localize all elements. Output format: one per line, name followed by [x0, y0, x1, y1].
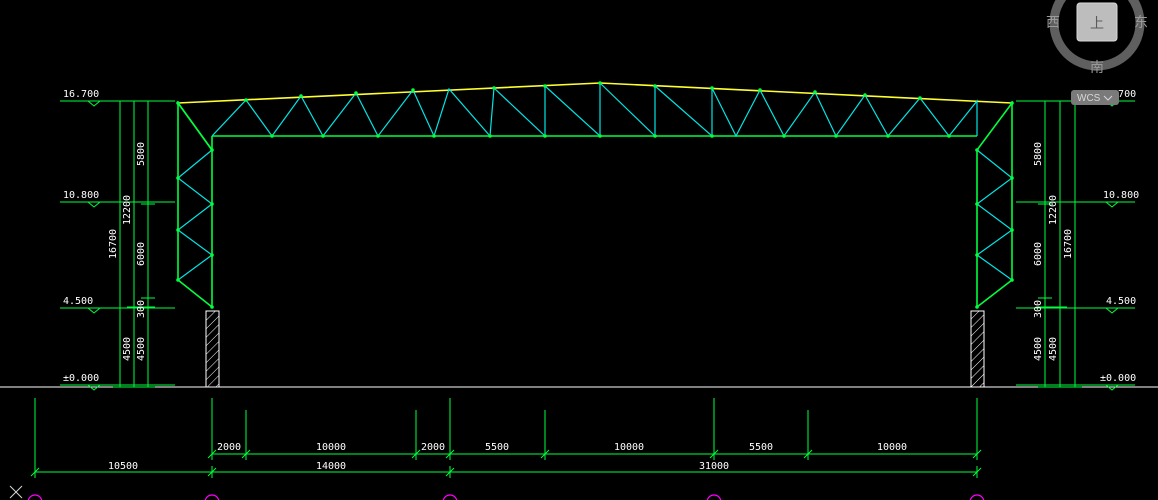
hdim-row1-5: 10000	[614, 442, 644, 453]
left-vertical-dimensions	[113, 100, 155, 388]
vdim-left-seg-3: 300	[136, 300, 147, 318]
hdim-row1-2: 10000	[316, 442, 346, 453]
hdim-row2-2: 14000	[316, 461, 346, 472]
viewcube-top-label: 上	[1090, 16, 1104, 32]
vdim-right-seg-4: 4500	[1033, 337, 1044, 361]
hdim-row1-7: 10000	[877, 442, 907, 453]
joint-nodes	[176, 81, 1014, 309]
hdim-row1-4: 5500	[485, 442, 509, 453]
portal-frame[interactable]	[176, 81, 1014, 309]
vdim-right-part-a: 12200	[1048, 195, 1059, 225]
level-label-right-3: 4.500	[1106, 296, 1136, 307]
level-label-right-2: 10.800	[1103, 190, 1139, 201]
vdim-left-seg-1: 5800	[136, 142, 147, 166]
left-pier	[205, 310, 220, 388]
right-lattice-column	[975, 100, 1014, 308]
level-label-left-3: 4.500	[63, 296, 93, 307]
vdim-left-seg-2: 6000	[136, 242, 147, 266]
viewcube-east-label[interactable]: 东	[1134, 15, 1148, 31]
vdim-left-seg-4: 4500	[136, 337, 147, 361]
viewcube-west-label[interactable]: 西	[1046, 15, 1060, 31]
vdim-left-part-b: 4500	[122, 337, 133, 361]
hdim-row2-1: 10500	[108, 461, 138, 472]
hdim-row1-6: 5500	[749, 442, 773, 453]
level-label-left-1: 16.700	[63, 89, 99, 100]
axis-bubbles	[27, 494, 985, 500]
hdim-row1-3: 2000	[421, 442, 445, 453]
level-label-left-2: 10.800	[63, 190, 99, 201]
level-label-right-4: ±0.000	[1100, 373, 1136, 384]
vdim-right-seg-2: 6000	[1033, 242, 1044, 266]
cad-drawing-canvas[interactable]: 16.700 10.800 4.500 ±0.000 16700 12200 4…	[0, 0, 1158, 500]
ucs-icon	[9, 485, 23, 499]
vdim-right-total: 16700	[1063, 229, 1074, 259]
right-vertical-dimensions	[1038, 100, 1082, 388]
right-pier	[970, 310, 985, 388]
vdim-left-part-a: 12200	[122, 195, 133, 225]
vdim-right-part-b: 4500	[1048, 337, 1059, 361]
vdim-left-total: 16700	[108, 229, 119, 259]
vdim-right-seg-3: 300	[1033, 300, 1044, 318]
viewcube-south-label[interactable]: 南	[1090, 60, 1104, 76]
vdim-right-seg-1: 5800	[1033, 142, 1044, 166]
roof-truss	[177, 81, 1013, 151]
left-lattice-column	[176, 100, 214, 308]
level-label-left-4: ±0.000	[63, 373, 99, 384]
hdim-row2-3: 31000	[699, 461, 729, 472]
hdim-row1-1: 2000	[217, 442, 241, 453]
truss-web-members	[211, 81, 978, 138]
horizontal-dimensions	[30, 398, 982, 478]
wcs-label: WCS	[1077, 93, 1101, 104]
